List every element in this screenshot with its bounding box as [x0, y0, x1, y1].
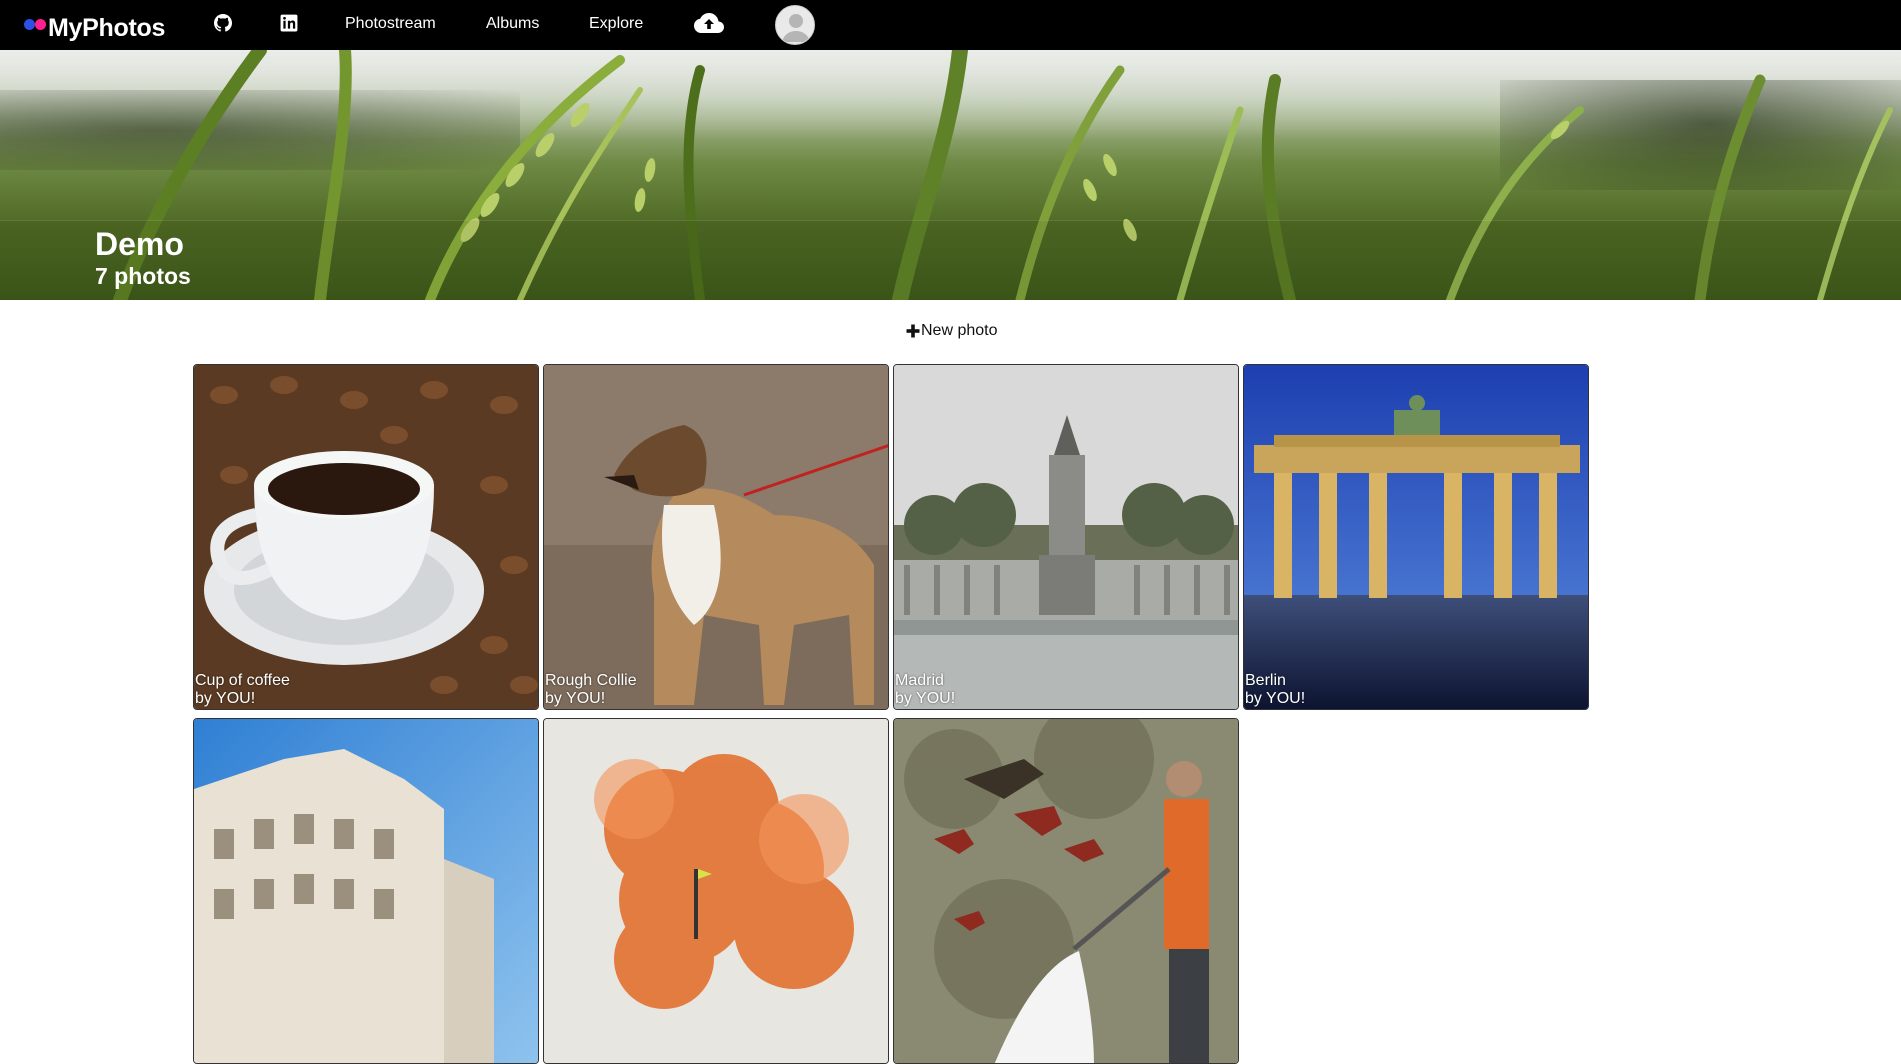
- brand-logo[interactable]: MyPhotos: [24, 8, 165, 42]
- user-avatar[interactable]: [775, 5, 815, 45]
- photo-author: by YOU!: [1245, 690, 1306, 707]
- photo-card[interactable]: Cup of coffee by YOU!: [193, 364, 539, 710]
- street-art-image: [894, 719, 1238, 1063]
- orange-smoke-image: [544, 719, 888, 1063]
- cloud-upload-icon[interactable]: [692, 11, 725, 37]
- photo-caption: Berlin by YOU!: [1245, 672, 1305, 708]
- nav-explore[interactable]: Explore: [589, 15, 643, 33]
- photo-caption: Madrid by YOU!: [895, 672, 955, 708]
- photo-caption: Cup of coffee by YOU!: [195, 672, 290, 708]
- photo-title: Madrid: [895, 672, 944, 689]
- photo-author: by YOU!: [895, 690, 956, 707]
- building-image: [194, 719, 538, 1063]
- photo-card[interactable]: Rough Collie by YOU!: [543, 364, 889, 710]
- album-title: Demo: [95, 226, 184, 262]
- photo-title: Cup of coffee: [195, 672, 290, 689]
- photo-author: by YOU!: [545, 690, 606, 707]
- github-icon[interactable]: [214, 14, 232, 32]
- photo-card[interactable]: [193, 718, 539, 1064]
- user-icon: [782, 14, 810, 42]
- coffee-cup-image: [194, 365, 538, 709]
- album-cover-banner: Demo 7 photos: [0, 50, 1901, 300]
- photo-card[interactable]: [543, 718, 889, 1064]
- linkedin-icon[interactable]: [280, 14, 298, 32]
- madrid-monument-image: [894, 365, 1238, 709]
- plus-icon: [906, 324, 920, 338]
- nav-albums[interactable]: Albums: [486, 15, 539, 33]
- photo-author: by YOU!: [195, 690, 256, 707]
- photo-title: Rough Collie: [545, 672, 637, 689]
- nav-photostream[interactable]: Photostream: [345, 15, 436, 33]
- photo-card[interactable]: Madrid by YOU!: [893, 364, 1239, 710]
- photo-card[interactable]: [893, 718, 1239, 1064]
- album-photo-count: 7 photos: [95, 263, 191, 289]
- new-photo-label: New photo: [921, 322, 998, 339]
- photo-card[interactable]: Berlin by YOU!: [1243, 364, 1589, 710]
- brand-name[interactable]: MyPhotos: [48, 14, 165, 43]
- photo-title: Berlin: [1245, 672, 1286, 689]
- rough-collie-image: [544, 365, 888, 709]
- photo-caption: Rough Collie by YOU!: [545, 672, 637, 708]
- brand-dots-icon: [24, 15, 51, 35]
- top-navbar: MyPhotos Photostream Albums Explore: [0, 0, 1901, 50]
- berlin-gate-image: [1244, 365, 1588, 709]
- new-photo-button[interactable]: New photo: [906, 322, 998, 340]
